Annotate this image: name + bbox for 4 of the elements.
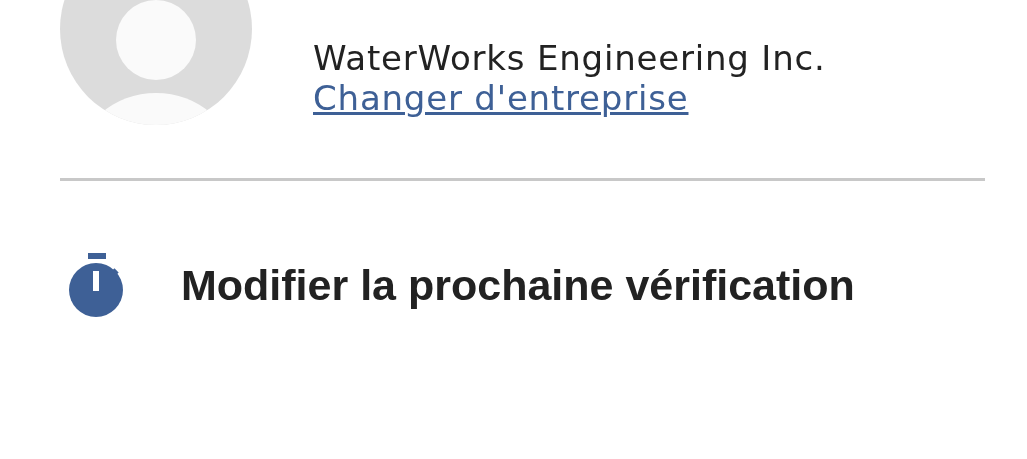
change-company-link[interactable]: Changer d'entreprise [313, 78, 689, 118]
stopwatch-icon [68, 253, 124, 317]
company-name: WaterWorks Engineering Inc. [313, 37, 827, 80]
action-label[interactable]: Modifier la prochaine vérification [181, 260, 855, 310]
